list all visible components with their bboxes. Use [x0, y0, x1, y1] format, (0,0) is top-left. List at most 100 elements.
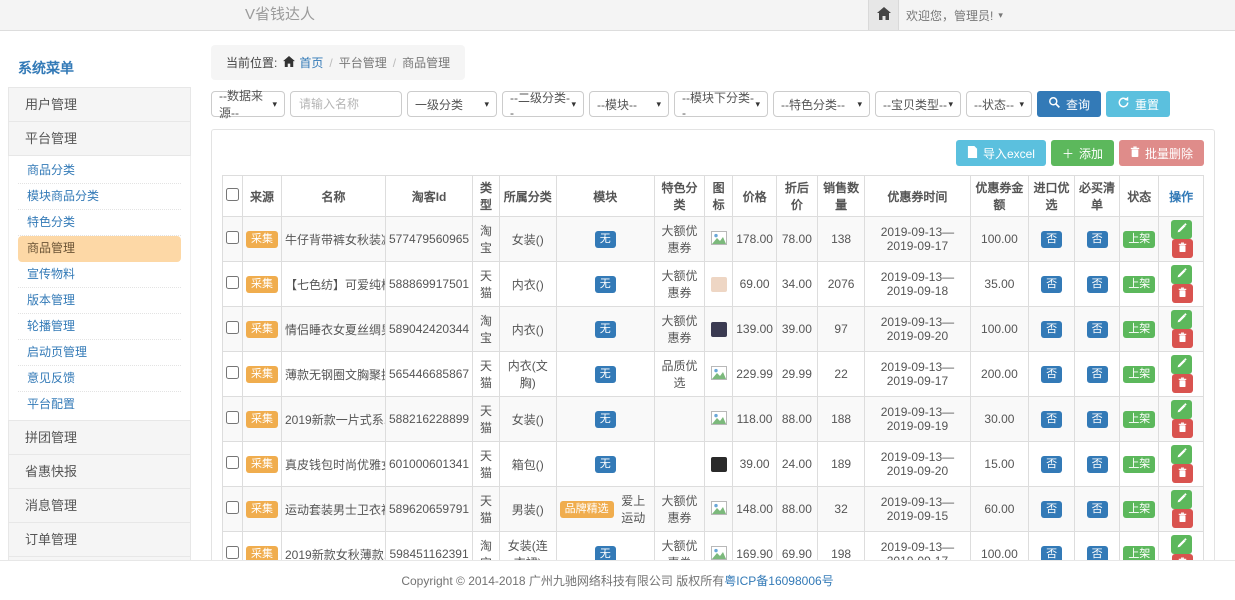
- cell-icon: [705, 442, 733, 487]
- edit-button[interactable]: [1171, 355, 1192, 374]
- module-content: 无: [595, 321, 616, 338]
- filter-select-1[interactable]: 一级分类▾: [407, 91, 497, 117]
- sidebar-submenu: 商品分类模块商品分类特色分类商品管理宣传物料版本管理轮播管理启动页管理意见反馈平…: [8, 156, 191, 421]
- sidebar-item-消息管理[interactable]: 消息管理: [8, 488, 191, 523]
- cell-checkbox: [223, 217, 243, 262]
- delete-button[interactable]: [1172, 284, 1193, 303]
- cell-source: 采集: [243, 217, 282, 262]
- filter-select-6[interactable]: --宝贝类型--▾: [875, 91, 961, 117]
- edit-button[interactable]: [1171, 490, 1192, 509]
- breadcrumb-home-link[interactable]: 首页: [283, 54, 323, 71]
- add-button[interactable]: ＋ 添加: [1051, 140, 1114, 166]
- row-checkbox[interactable]: [226, 501, 239, 514]
- breadcrumb-item-goods: 商品管理: [402, 54, 450, 71]
- sidebar-item-意见反馈[interactable]: 意见反馈: [18, 366, 181, 392]
- chevron-down-icon: ▾: [272, 99, 277, 110]
- sidebar-item-宣传物料[interactable]: 宣传物料: [18, 262, 181, 288]
- status-badge: 上架: [1123, 321, 1155, 338]
- delete-button[interactable]: [1172, 464, 1193, 483]
- refresh-icon: [1117, 96, 1130, 112]
- chevron-down-icon: ▾: [755, 99, 760, 110]
- sidebar-item-平台管理[interactable]: 平台管理: [8, 121, 191, 156]
- sidebar-item-用户管理[interactable]: 用户管理: [8, 87, 191, 122]
- cell-name: 情侣睡衣女夏丝绸男士...: [282, 307, 386, 352]
- column-header-状态: 状态: [1120, 176, 1159, 217]
- filter-select-5[interactable]: --特色分类--▾: [773, 91, 870, 117]
- delete-button[interactable]: [1172, 239, 1193, 258]
- edit-button[interactable]: [1171, 445, 1192, 464]
- delete-button[interactable]: [1172, 374, 1193, 393]
- filter-select-4[interactable]: --模块下分类--▾: [674, 91, 768, 117]
- sidebar-item-轮播管理[interactable]: 轮播管理: [18, 314, 181, 340]
- row-checkbox[interactable]: [226, 231, 239, 244]
- edit-button[interactable]: [1171, 310, 1192, 329]
- user-menu[interactable]: 欢迎您，管理员! ▾: [906, 0, 1003, 30]
- import-excel-button[interactable]: 导入excel: [956, 140, 1046, 166]
- row-checkbox[interactable]: [226, 321, 239, 334]
- cell-discount-price: 29.99: [776, 352, 817, 397]
- sidebar-item-启动页管理[interactable]: 启动页管理: [18, 340, 181, 366]
- module-content: 无: [595, 456, 616, 473]
- filter-select-2[interactable]: --二级分类--▾: [502, 91, 584, 117]
- cell-icon: [705, 397, 733, 442]
- cell-coupon-amount: 100.00: [970, 307, 1029, 352]
- sidebar-item-平台配置[interactable]: 平台配置: [18, 392, 181, 418]
- trash-icon: [1178, 241, 1187, 256]
- name-search-input[interactable]: [290, 91, 402, 117]
- column-header-模块: 模块: [556, 176, 654, 217]
- sidebar-item-省惠快报[interactable]: 省惠快报: [8, 454, 191, 489]
- cell-coupon-amount: 15.00: [970, 442, 1029, 487]
- edit-button[interactable]: [1171, 265, 1192, 284]
- cell-operations: [1159, 217, 1204, 262]
- select-all-checkbox[interactable]: [226, 188, 239, 201]
- edit-button[interactable]: [1171, 535, 1192, 554]
- batch-delete-button[interactable]: 批量删除: [1119, 140, 1204, 166]
- row-checkbox[interactable]: [226, 411, 239, 424]
- cell-source: 采集: [243, 487, 282, 532]
- sidebar-item-版本管理[interactable]: 版本管理: [18, 288, 181, 314]
- sidebar-item-商品分类[interactable]: 商品分类: [18, 158, 181, 184]
- row-checkbox[interactable]: [226, 546, 239, 559]
- sidebar-item-商品管理[interactable]: 商品管理: [18, 236, 181, 262]
- cell-sales: 188: [817, 397, 865, 442]
- cell-icon: [705, 307, 733, 352]
- imported-badge: 否: [1041, 411, 1062, 428]
- cell-imported: 否: [1029, 262, 1075, 307]
- sidebar-item-特色分类[interactable]: 特色分类: [18, 210, 181, 236]
- module-content: 无: [595, 276, 616, 293]
- status-badge: 上架: [1123, 411, 1155, 428]
- row-checkbox[interactable]: [226, 456, 239, 469]
- reset-button[interactable]: 重置: [1106, 91, 1170, 117]
- cell-coupon-time: 2019-09-13—2019-09-20: [865, 307, 970, 352]
- imported-badge: 否: [1041, 276, 1062, 293]
- table-row: 采集运动套装男士卫衣初秋...589620659791天猫男装()品牌精选爱上运…: [223, 487, 1204, 532]
- topbar: V省钱达人 欢迎您，管理员! ▾: [0, 0, 1235, 31]
- sidebar-item-拼团管理[interactable]: 拼团管理: [8, 420, 191, 455]
- cell-category: 内衣(): [499, 262, 556, 307]
- delete-button[interactable]: [1172, 419, 1193, 438]
- module-content: 无: [595, 411, 616, 428]
- cell-must-buy: 否: [1074, 262, 1120, 307]
- image-placeholder-icon: [711, 369, 727, 383]
- delete-button[interactable]: [1172, 329, 1193, 348]
- row-checkbox[interactable]: [226, 366, 239, 379]
- goods-table: 来源名称淘客Id类型所属分类模块特色分类图标价格折后价销售数量优惠券时间优惠券金…: [222, 175, 1204, 567]
- delete-button[interactable]: [1172, 509, 1193, 528]
- column-header-进口优选: 进口优选: [1029, 176, 1075, 217]
- edit-button[interactable]: [1171, 220, 1192, 239]
- filter-select-0[interactable]: --数据来源--▾: [211, 91, 285, 117]
- sidebar-item-模块商品分类[interactable]: 模块商品分类: [18, 184, 181, 210]
- filter-select-7[interactable]: --状态--▾: [966, 91, 1032, 117]
- cell-operations: [1159, 307, 1204, 352]
- row-checkbox[interactable]: [226, 276, 239, 289]
- edit-button[interactable]: [1171, 400, 1192, 419]
- filter-select-3[interactable]: --模块--▾: [589, 91, 669, 117]
- cell-operations: [1159, 262, 1204, 307]
- sidebar-item-订单管理[interactable]: 订单管理: [8, 522, 191, 557]
- search-button[interactable]: 查询: [1037, 91, 1101, 117]
- topbar-home-button[interactable]: [868, 0, 899, 30]
- status-badge: 上架: [1123, 366, 1155, 383]
- product-thumbnail: [711, 322, 727, 337]
- icp-link[interactable]: 粤ICP备16098006号: [724, 574, 833, 588]
- column-header-优惠券金额: 优惠券金额: [970, 176, 1029, 217]
